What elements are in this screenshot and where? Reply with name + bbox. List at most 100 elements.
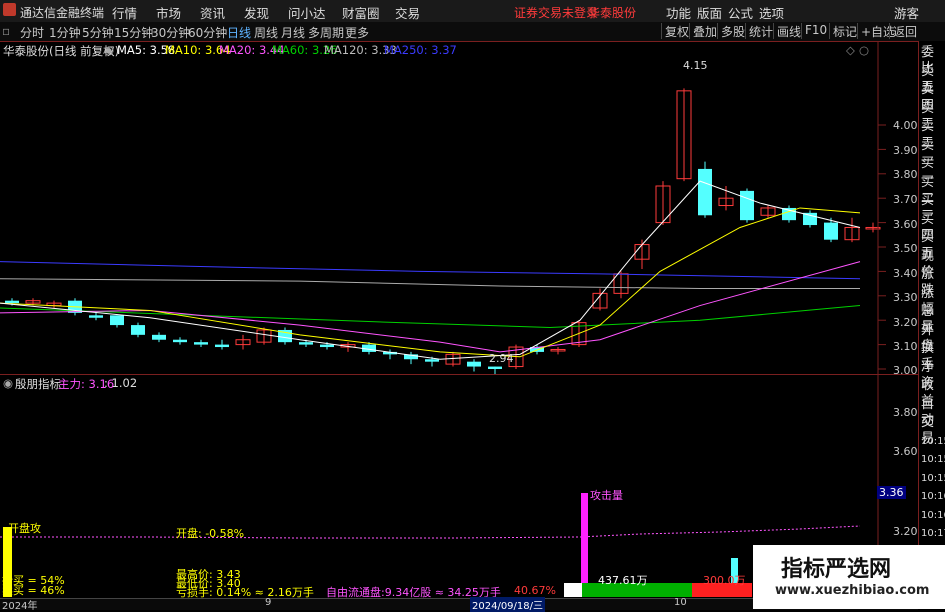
ma250-line	[0, 261, 861, 280]
period-weekly[interactable]: 周线	[254, 24, 278, 41]
attack-volume-label: 攻击量	[590, 489, 623, 502]
period-daily[interactable]: 日线	[227, 24, 251, 41]
btn-multi-stock[interactable]: 多股	[717, 23, 748, 39]
candle-body	[215, 344, 229, 348]
menu-function[interactable]: 功能	[666, 3, 691, 22]
candle-body	[152, 334, 166, 340]
ma5-line	[0, 180, 861, 360]
volume-value-2: 300.0万	[703, 574, 746, 587]
menu-discover[interactable]: 发现	[244, 3, 269, 22]
sidebar-item[interactable]: 10:15	[921, 434, 945, 450]
diamond-icon[interactable]: ◇	[846, 43, 855, 57]
period-15min[interactable]: 15分钟	[114, 24, 153, 41]
period-more[interactable]: 更多	[345, 24, 369, 41]
watermark-logo: 指标严选网 www.xuezhibiao.com	[753, 545, 945, 609]
menu-news[interactable]: 资讯	[200, 3, 225, 22]
indicator-name: 殷朋指标	[15, 377, 61, 391]
menu-market[interactable]: 市场	[156, 3, 181, 22]
menu-ask-xiaoda[interactable]: 问小达	[288, 3, 326, 22]
indicator-toggle-icon[interactable]: ◉	[3, 376, 13, 390]
period-30min[interactable]: 30分钟	[151, 24, 190, 41]
watermark-url: www.xuezhibiao.com	[775, 583, 930, 598]
price-axis-label: 3.60	[893, 218, 918, 231]
btn-f10[interactable]: F10	[801, 23, 830, 39]
btn-overlay[interactable]: 叠加	[689, 23, 720, 39]
menu-options[interactable]: 选项	[759, 3, 784, 22]
btn-mark[interactable]: 标记	[829, 23, 860, 39]
btn-fuquan[interactable]: 复权	[661, 23, 692, 39]
price-axis-label: 3.30	[893, 291, 918, 304]
price-axis-label: 3.70	[893, 193, 918, 206]
candle-body	[173, 339, 187, 343]
menu-layout[interactable]: 版面	[697, 3, 722, 22]
menu-market-quotes[interactable]: 行情	[112, 3, 137, 22]
candle-body	[5, 300, 19, 304]
kline-chart[interactable]	[0, 41, 918, 374]
price-axis-label: 3.40	[893, 267, 918, 280]
buy-ratio-2: 卖买 = 46%	[2, 584, 65, 597]
period-5min[interactable]: 5分钟	[82, 24, 114, 41]
btn-draw-line[interactable]: 画线	[773, 23, 804, 39]
open-attack-label: 开盘攻	[8, 522, 41, 535]
candle-body	[824, 222, 838, 240]
menu-trade[interactable]: 交易	[395, 3, 420, 22]
toolbar-menu-icon[interactable]: ▫	[2, 24, 10, 38]
btn-back[interactable]: 返回	[889, 23, 920, 39]
price-axis-label: 3.20	[893, 316, 918, 329]
candle-body	[803, 212, 817, 226]
candle-body	[467, 361, 481, 367]
period-60min[interactable]: 60分钟	[188, 24, 227, 41]
period-multi[interactable]: 多周期	[308, 24, 344, 41]
candle-body	[131, 325, 145, 335]
period-1min[interactable]: 1分钟	[49, 24, 81, 41]
high-annotation: 4.15	[683, 59, 708, 72]
legend-ma250: MA250: 3.37	[384, 43, 457, 57]
user-guest[interactable]: 游客	[894, 3, 919, 22]
candle-body	[488, 366, 502, 369]
ma20-line	[0, 261, 861, 353]
candle-body	[110, 315, 124, 326]
ma10-line	[0, 207, 861, 358]
candle-body	[320, 344, 334, 348]
sidebar-item[interactable]: 10:16	[921, 489, 945, 505]
candle-body	[89, 315, 103, 318]
kline-pane[interactable]: 华泰股份(日线 前复权) ◉ MA5: 3.58 MA10: 3.64 MA20…	[0, 41, 918, 377]
login-alert[interactable]: 证券交易未登录	[514, 4, 598, 21]
title-bar: 通达信金融终端 行情 市场 资讯 发现 问小达 财富圈 交易 证券交易未登录 华…	[0, 0, 945, 23]
pane-settings-icon[interactable]: ○	[859, 43, 869, 57]
candle-body	[698, 168, 712, 216]
month-10-label: 10	[674, 597, 687, 608]
volume-strip	[564, 583, 582, 597]
open-pct: 开盘: -0.58%	[176, 527, 245, 540]
period-toolbar: ▫ 分时 1分钟 5分钟 15分钟 30分钟 60分钟 日线 周线 月线 多周期…	[0, 22, 945, 42]
month-9-label: 9	[265, 597, 272, 608]
sidebar-item[interactable]: 10:17	[921, 526, 945, 542]
price-axis-label: 3.10	[893, 340, 918, 353]
price-axis-label: 3.80	[893, 168, 918, 181]
sidebar-item[interactable]: 10:15	[921, 452, 945, 468]
sidebar-item[interactable]: 10:15	[921, 471, 945, 487]
volume-value: 437.61万	[598, 574, 648, 587]
sidebar-item[interactable]: 10:16	[921, 508, 945, 524]
quote-sidebar: 委比 卖五 卖四 卖三 卖二 卖一 买一 买二 买三 买四 买五 现价 涨跌 涨幅 总量 外盘 换手 净资 收益 自动…	[918, 41, 945, 609]
app-title: 通达信金融终端	[20, 6, 105, 20]
year-label: 2024年	[2, 601, 38, 612]
price-axis-label: 3.90	[893, 144, 918, 157]
period-timeshare[interactable]: 分时	[20, 24, 44, 41]
watermark-title: 指标严选网	[781, 557, 892, 582]
attack-volume-bar	[581, 493, 588, 597]
candle-body	[194, 342, 208, 345]
btn-stats[interactable]: 统计	[745, 23, 776, 39]
ma60-line	[0, 305, 861, 329]
indicator-dashed-line	[0, 525, 861, 539]
candle-body	[425, 359, 439, 362]
period-monthly[interactable]: 月线	[281, 24, 305, 41]
menu-formula[interactable]: 公式	[728, 3, 753, 22]
indicator-axis-label: 3.20	[893, 525, 918, 538]
legend-toggle-icon[interactable]: ◉	[104, 43, 114, 57]
low-annotation: 2.94	[489, 352, 514, 365]
indicator-ratio: : 1.02	[104, 376, 138, 390]
price-axis-label: 3.50	[893, 242, 918, 255]
cursor-date: 2024/09/18/三	[470, 597, 546, 612]
menu-wealth-circle[interactable]: 财富圈	[342, 3, 380, 22]
